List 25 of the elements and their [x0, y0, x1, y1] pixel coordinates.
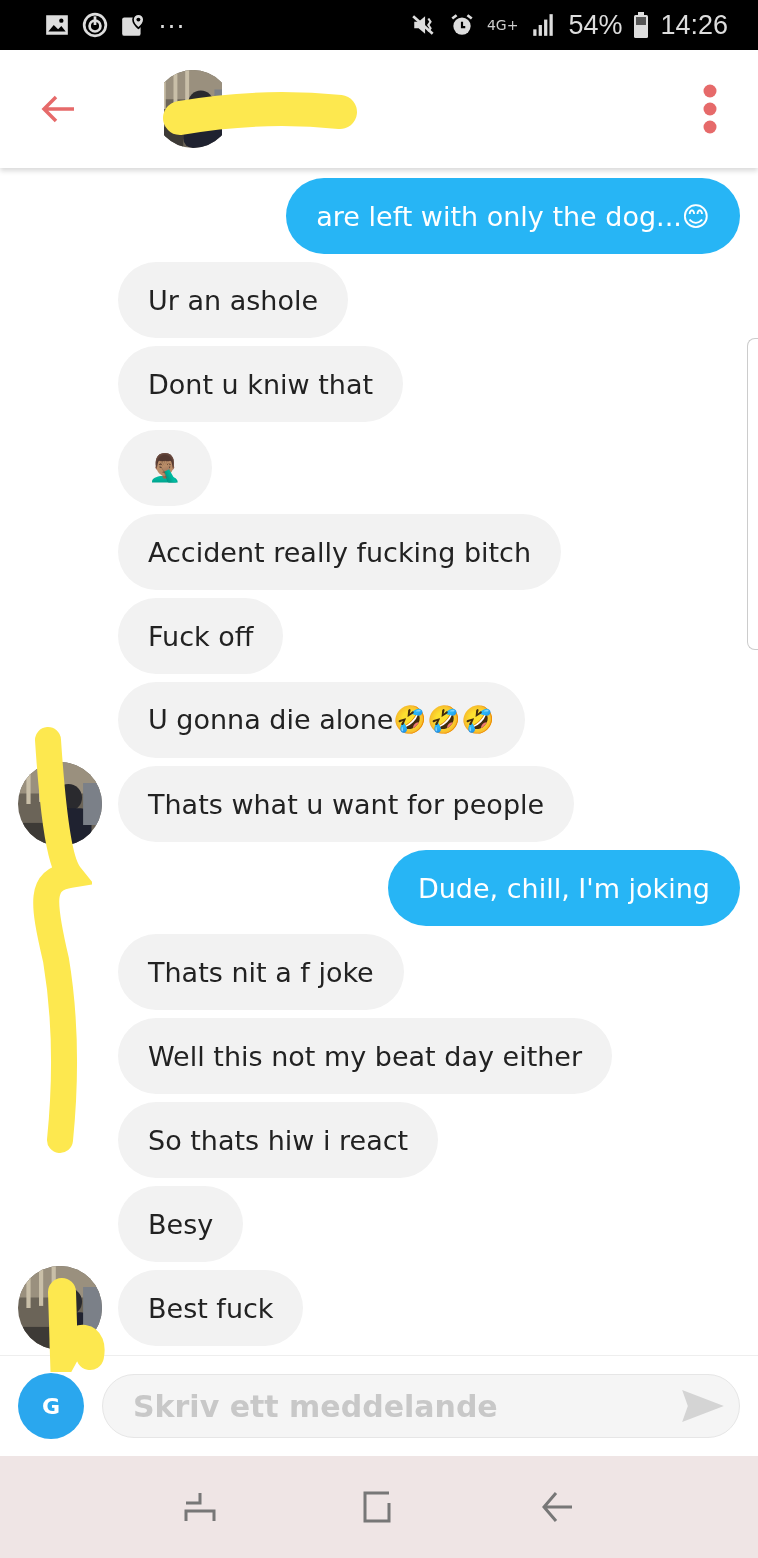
network-type: 4G+ — [486, 17, 519, 33]
user-avatar[interactable]: G — [18, 1373, 84, 1439]
message-bubble: Accident really fucking bitch — [118, 514, 562, 590]
power-icon — [82, 12, 108, 38]
message-bubble: Best fuck — [118, 1270, 304, 1346]
message-bubble: Well this not my beat day either — [118, 1018, 613, 1094]
battery-icon — [634, 12, 649, 38]
message-bubble: Besy — [118, 1186, 244, 1262]
message-bubble: U gonna die alone🤣🤣🤣 — [118, 682, 526, 758]
message-bubble: Dont u kniw that — [118, 346, 404, 422]
message-bubble: are left with only the dog...😊 — [286, 178, 740, 254]
message-bubble: Ur an ashole — [118, 262, 349, 338]
more-notifications: ··· — [158, 9, 185, 41]
battery-percent: 54% — [568, 9, 623, 41]
image-icon — [44, 12, 70, 38]
message-bubble: So thats hiw i react — [118, 1102, 439, 1178]
clock: 14:26 — [660, 9, 728, 41]
more-options-icon[interactable] — [702, 84, 718, 134]
map-pin-icon — [120, 12, 146, 38]
back-arrow-icon[interactable] — [40, 94, 76, 124]
message-bubble: Fuck off — [118, 598, 284, 674]
message-bubble: Thats nit a f joke — [118, 934, 404, 1010]
message-bubble: Dude, chill, I'm joking — [387, 850, 740, 926]
message-bubble: Thats what u want for people — [118, 766, 575, 842]
message-bubble: 🤦🏽‍♂ — [118, 430, 212, 506]
